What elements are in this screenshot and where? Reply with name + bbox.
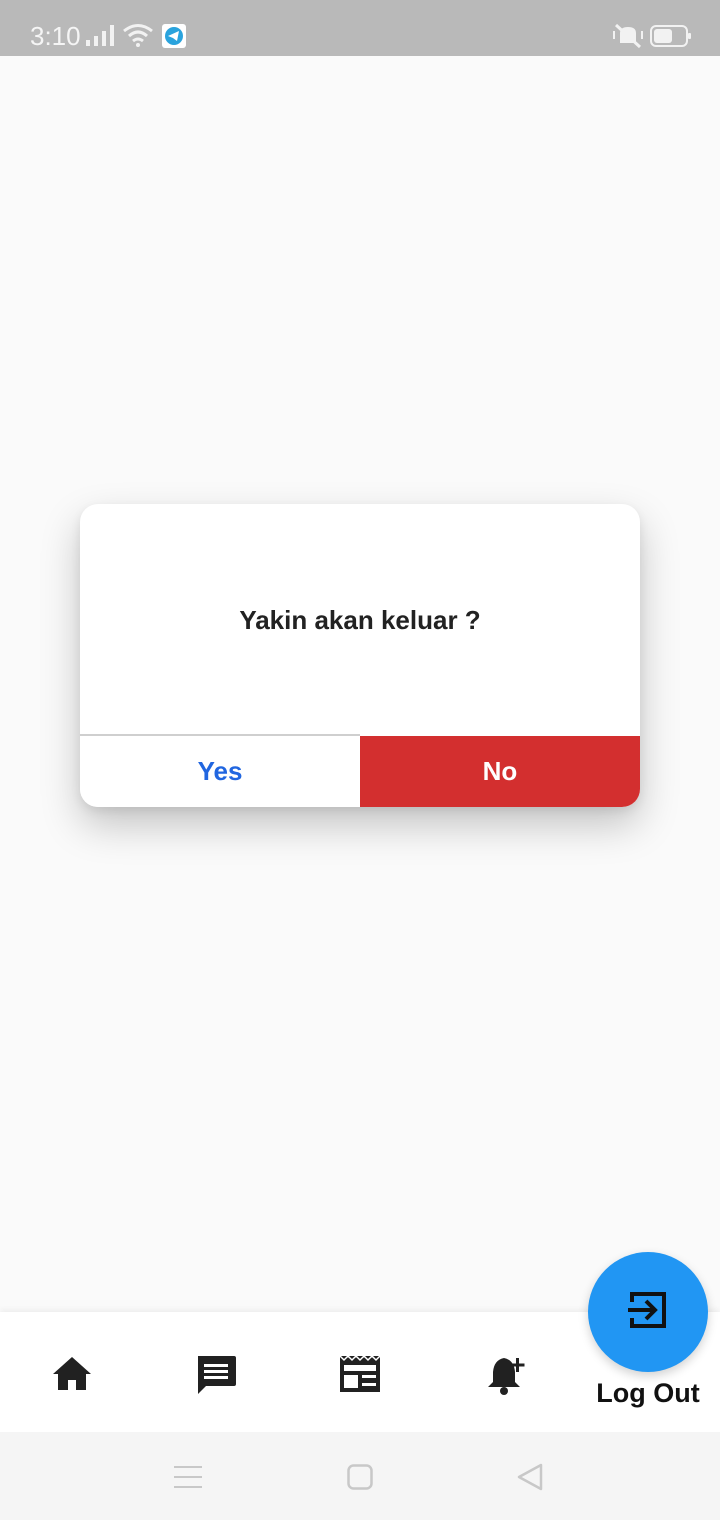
no-button[interactable]: No <box>360 736 640 807</box>
yes-button[interactable]: Yes <box>80 736 360 807</box>
notification-add-icon[interactable] <box>484 1352 528 1396</box>
system-nav-bar <box>0 1432 720 1520</box>
logout-icon <box>626 1288 670 1337</box>
message-icon[interactable] <box>194 1352 238 1396</box>
dialog-message: Yakin akan keluar ? <box>239 605 481 635</box>
status-bar: 3:10 <box>0 0 720 56</box>
logout-confirm-dialog: Yakin akan keluar ? Yes No <box>80 504 640 807</box>
telegram-icon <box>162 24 186 53</box>
logout-label: Log Out <box>596 1378 700 1408</box>
menu-icon[interactable] <box>174 1464 202 1495</box>
back-triangle-icon[interactable] <box>516 1462 544 1497</box>
signal-icon <box>86 24 118 51</box>
news-icon[interactable] <box>338 1352 382 1396</box>
wifi-icon <box>122 23 154 52</box>
status-time: 3:10 <box>30 21 81 51</box>
battery-icon <box>650 24 692 53</box>
home-square-icon[interactable] <box>347 1464 373 1495</box>
vibrate-off-icon <box>612 23 644 54</box>
home-icon[interactable] <box>50 1352 94 1396</box>
logout-fab[interactable] <box>588 1252 708 1372</box>
